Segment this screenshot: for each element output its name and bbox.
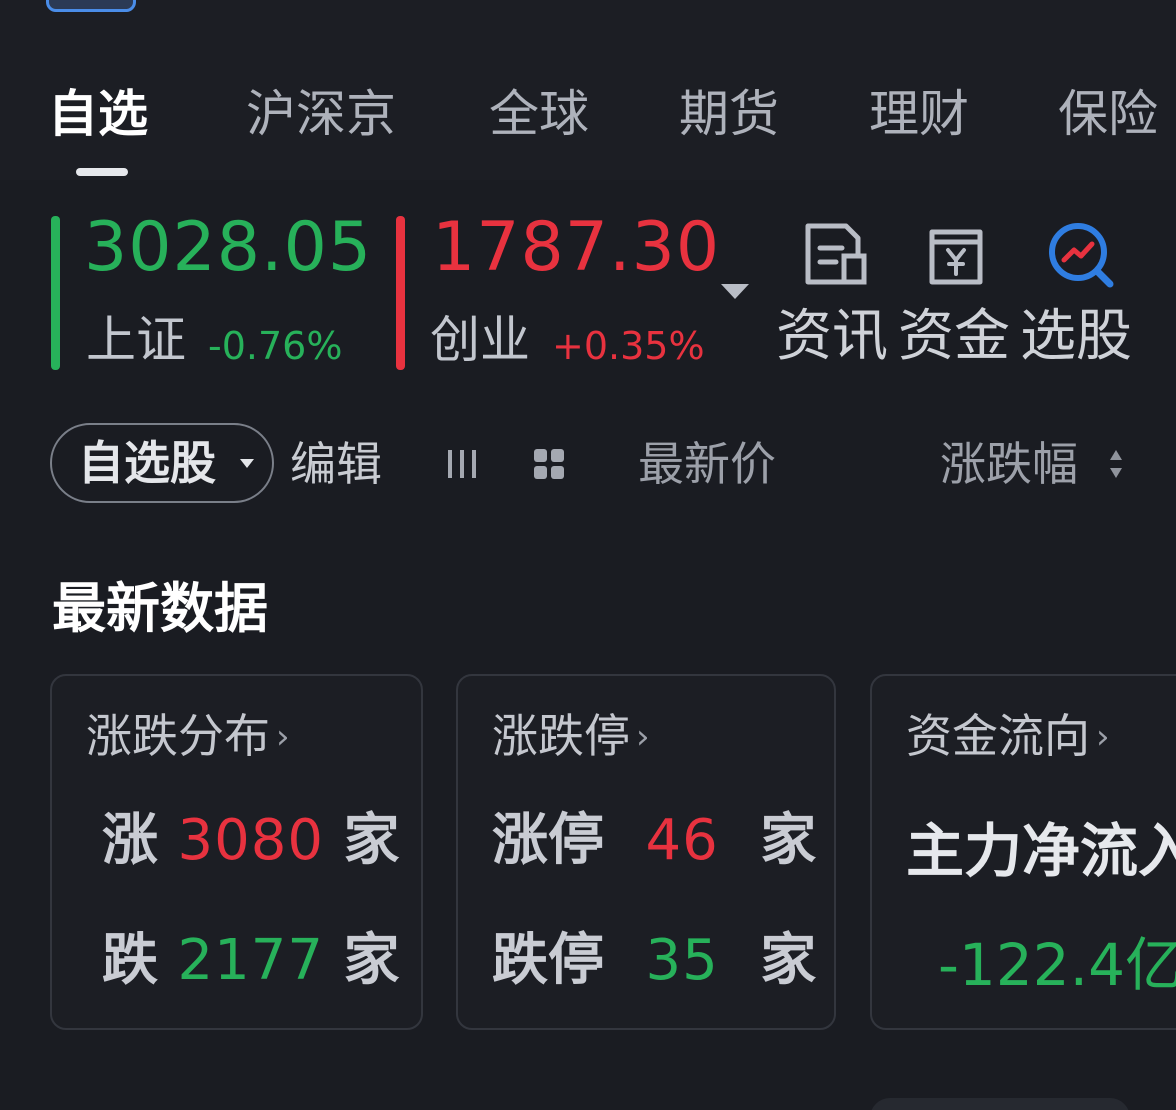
chevron-right-icon: › [1096, 717, 1110, 757]
unit-label: 家 [343, 808, 400, 873]
index-dropdown-icon[interactable] [721, 284, 749, 299]
limit-down-row: 跌停 35 家 [492, 926, 816, 996]
news-document-icon [805, 223, 867, 285]
tool-label: 资讯 [776, 304, 888, 369]
limit-up-row: 涨停 46 家 [492, 806, 816, 876]
index-change: -0.76% [208, 324, 343, 368]
list-view-icon[interactable] [444, 446, 480, 482]
index-trend-bar [396, 216, 405, 370]
limit-up-down-card[interactable]: 涨跌停 › 涨停 46 家 跌停 35 家 [456, 674, 836, 1030]
tab-watchlist[interactable]: 自选 [48, 82, 148, 146]
unit-label: 家 [343, 928, 400, 993]
limit-up-count: 46 [645, 808, 719, 873]
fall-count-row: 跌 2177 家 [102, 926, 400, 996]
change-pct-column-header[interactable]: 涨跌幅 [940, 434, 1078, 494]
rise-label: 涨 [102, 808, 158, 873]
main-net-inflow-label: 主力净流入 [906, 817, 1176, 885]
card-title-text: 资金流向 [906, 709, 1090, 763]
tab-futures[interactable]: 期货 [679, 82, 779, 146]
rise-count: 3080 [177, 808, 325, 873]
unit-label: 家 [760, 808, 817, 873]
market-tab-bar: 自选 沪深京 全球 期货 理财 保险 [0, 0, 1176, 180]
index-value: 3028.05 [84, 208, 373, 287]
active-tab-indicator [76, 168, 128, 176]
chevron-right-icon: › [276, 717, 290, 757]
main-net-inflow-value: -122.4亿 [938, 931, 1176, 999]
card-title-text: 涨跌停 [492, 709, 630, 763]
card-title-text: 涨跌分布 [86, 709, 270, 763]
tab-insurance[interactable]: 保险 [1058, 82, 1158, 146]
fall-label: 跌 [102, 928, 158, 993]
rise-count-row: 涨 3080 家 [102, 806, 400, 876]
index-name: 创业 [430, 311, 530, 369]
unit-label: 家 [760, 928, 817, 993]
bottom-floating-pill [870, 1098, 1130, 1110]
tab-sh-sz-bj[interactable]: 沪深京 [246, 82, 396, 146]
section-title: 最新数据 [52, 577, 268, 640]
caret-down-icon [240, 459, 254, 468]
index-name: 上证 [86, 311, 186, 369]
limit-up-label: 涨停 [492, 808, 604, 873]
grid-view-icon[interactable] [531, 446, 567, 482]
latest-price-column-header[interactable]: 最新价 [638, 434, 776, 494]
index-change: +0.35% [552, 324, 705, 368]
card-title: 涨跌停 › [492, 706, 650, 767]
app-logo-icon [46, 0, 136, 12]
stock-picker-search-icon [1049, 223, 1114, 288]
edit-button[interactable]: 编辑 [290, 434, 382, 494]
fund-flow-card[interactable]: 资金流向 › 主力净流入 -122.4亿 [870, 674, 1176, 1030]
card-title: 资金流向 › [906, 706, 1110, 767]
limit-down-label: 跌停 [492, 928, 604, 993]
sort-toggle-icon[interactable] [1108, 448, 1124, 480]
index-value: 1787.30 [432, 208, 721, 287]
tab-wealth[interactable]: 理财 [869, 82, 969, 146]
tab-global[interactable]: 全球 [489, 82, 589, 146]
card-title: 涨跌分布 › [86, 706, 290, 767]
yen-wallet-icon [929, 229, 983, 285]
fall-count: 2177 [177, 928, 325, 993]
index-trend-bar [51, 216, 60, 370]
watchlist-group-label: 自选股 [78, 436, 216, 490]
tool-label: 资金 [898, 304, 1010, 369]
chevron-right-icon: › [636, 717, 650, 757]
market-home-screen: 自选 沪深京 全球 期货 理财 保险 3028.05 上证 -0.76% 178… [0, 0, 1176, 1110]
watchlist-group-selector[interactable]: 自选股 [50, 423, 274, 503]
rise-fall-distribution-card[interactable]: 涨跌分布 › 涨 3080 家 跌 2177 家 [50, 674, 423, 1030]
tool-label: 选股 [1020, 304, 1132, 369]
limit-down-count: 35 [645, 928, 719, 993]
